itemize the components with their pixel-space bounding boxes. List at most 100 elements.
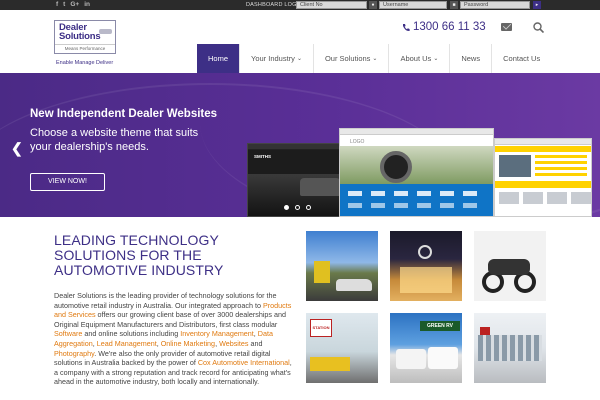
nav-item-your-industry[interactable]: Your Industry ⌄ <box>239 44 313 73</box>
slider-dots <box>284 205 311 210</box>
slider-prev-arrow-icon[interactable]: ❮ <box>11 141 23 155</box>
mockup-brand-logo <box>417 203 431 208</box>
link-lead-management[interactable]: Lead Management <box>97 339 157 348</box>
dashboard-login-label: DASHBOARD LOGIN <box>246 2 303 8</box>
mockup-brand-logo <box>463 191 477 196</box>
photo-building-facade <box>478 335 542 361</box>
link-photography[interactable]: Photography <box>54 349 94 358</box>
view-now-button[interactable]: VIEW NOW! <box>30 173 105 191</box>
site-tagline: Enable Manage Deliver <box>56 60 114 66</box>
mockup-brand-logo <box>417 191 431 196</box>
link-software[interactable]: Software <box>54 329 82 338</box>
mockup-brand-logo <box>394 203 408 208</box>
mockup-brand-logo <box>348 203 362 208</box>
chevron-down-icon: ⌄ <box>372 56 378 62</box>
linkedin-icon[interactable]: in <box>84 0 90 10</box>
mockup-browser-bar <box>495 139 591 145</box>
nav-label: About Us <box>400 54 432 63</box>
photo-vw-showroom <box>390 231 462 301</box>
intro-paragraph: Dealer Solutions is the leading provider… <box>54 291 296 387</box>
chevron-down-icon: ⌄ <box>296 56 302 62</box>
facebook-icon[interactable]: f <box>56 0 58 10</box>
username-input[interactable]: Username <box>379 1 447 9</box>
mockup-logo: LOGO <box>350 139 365 145</box>
nav-label: Your Industry <box>251 54 295 63</box>
mockup-listings <box>535 155 587 177</box>
mockup-brand-logo <box>440 191 454 196</box>
mockup-car-image <box>340 146 493 184</box>
mockup-brand-logo <box>440 203 454 208</box>
user-icon: ● <box>369 1 377 9</box>
nav-item-our-solutions[interactable]: Our Solutions ⌄ <box>312 44 388 73</box>
link-online-marketing[interactable]: Online Marketing <box>161 339 215 348</box>
mockup-brand-logo <box>348 191 362 196</box>
top-bar: f t G+ in DASHBOARD LOGIN Client No ● Us… <box>0 0 600 10</box>
google-plus-icon[interactable]: G+ <box>70 0 79 10</box>
heading-line: SOLUTIONS FOR THE <box>54 247 202 263</box>
mockup-thumb <box>523 192 543 204</box>
logo[interactable]: Dealer Solutions Means Performance <box>54 20 116 54</box>
photo-service-station: STATION <box>306 313 378 383</box>
slider-dot[interactable] <box>306 205 311 210</box>
mockup-yellow-band <box>495 146 591 152</box>
photo-dealership-building <box>474 313 546 383</box>
text: Dealer Solutions is the leading provider… <box>54 291 277 310</box>
heading-line: LEADING TECHNOLOGY <box>54 232 219 248</box>
mockup-thumb <box>499 192 519 204</box>
nav-item-contact-us[interactable]: Contact Us <box>491 44 551 73</box>
link-websites[interactable]: Websites <box>219 339 248 348</box>
nav-item-news[interactable]: News <box>449 44 491 73</box>
mockup-brand-row <box>348 191 477 196</box>
website-mockup-blue: LOGO <box>339 128 494 217</box>
hero-title: New Independent Dealer Websites <box>30 108 218 120</box>
mockup-brand-logo <box>371 203 385 208</box>
photo-building-sign <box>480 327 490 335</box>
mockup-brand-logo <box>394 191 408 196</box>
photo-caravan <box>428 347 458 369</box>
photo-caravan <box>396 349 426 369</box>
photo-car <box>336 279 372 291</box>
mockup-browser-bar <box>340 129 493 135</box>
login-arrow-icon[interactable]: ▸ <box>533 1 541 9</box>
client-number-input[interactable]: Client No <box>296 1 367 9</box>
link-inventory-management[interactable]: Inventory Management <box>180 329 254 338</box>
password-input[interactable]: Password <box>460 1 530 9</box>
heading-line: AUTOMOTIVE INDUSTRY <box>54 262 224 278</box>
nav-item-about-us[interactable]: About Us ⌄ <box>388 44 449 73</box>
logo-tagline: Means Performance <box>55 44 115 51</box>
twitter-icon[interactable]: t <box>63 0 65 10</box>
nav-label: Our Solutions <box>324 54 371 63</box>
nav-label: Home <box>208 54 229 63</box>
photo-flag <box>314 261 330 283</box>
mockup-yellow-band <box>495 181 591 188</box>
lock-icon: ■ <box>450 1 458 9</box>
mockup-blue-band <box>340 184 493 216</box>
photo-vehicle <box>310 357 350 371</box>
website-mockup-yellow <box>494 138 592 217</box>
nav-item-home[interactable]: Home <box>197 44 240 73</box>
mockup-wheel <box>380 151 412 183</box>
photo-sign: GREEN RV <box>420 321 460 331</box>
mockup-thumb-row <box>499 192 591 204</box>
mail-icon[interactable] <box>501 23 512 31</box>
photo-caravans: GREEN RV <box>390 313 462 383</box>
hero-subtitle: Choose a website theme that suits your d… <box>30 127 199 153</box>
vw-logo-icon <box>418 245 432 259</box>
link-cox-automotive[interactable]: Cox Automotive International <box>198 358 290 367</box>
phone-number[interactable]: 1300 66 11 33 <box>402 21 486 33</box>
mockup-brand: SMITHS <box>254 154 272 159</box>
photo-motorbike <box>474 231 546 301</box>
page-heading: LEADING TECHNOLOGY SOLUTIONS FOR THE AUT… <box>54 233 294 278</box>
photo-car-yard <box>306 231 378 301</box>
mockup-car-image <box>499 155 531 177</box>
text: and <box>248 338 263 348</box>
search-icon[interactable] <box>533 22 544 33</box>
slider-dot[interactable] <box>295 205 300 210</box>
mockup-thumb <box>571 192 591 204</box>
nav-label: Contact Us <box>503 54 541 63</box>
social-links: f t G+ in <box>56 0 90 10</box>
slider-dot[interactable] <box>284 205 289 210</box>
nav-label: News <box>461 54 481 63</box>
photo-bike-body <box>488 259 530 275</box>
chevron-down-icon: ⌄ <box>433 56 439 62</box>
